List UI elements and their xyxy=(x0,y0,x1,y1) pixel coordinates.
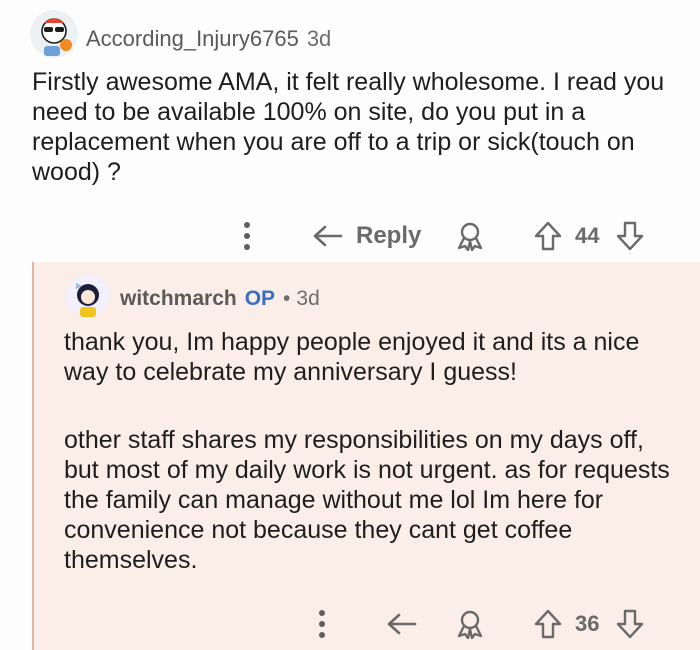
reply-button[interactable]: Reply xyxy=(312,216,422,256)
award-icon[interactable] xyxy=(452,604,488,644)
username[interactable]: According_Injury6765 xyxy=(86,26,299,52)
upvote-arrow-icon[interactable] xyxy=(530,216,566,256)
user-avatar[interactable] xyxy=(30,10,78,58)
vote-score: 44 xyxy=(575,223,600,248)
more-vertical-icon[interactable] xyxy=(309,604,335,644)
comment-body: Firstly awesome AMA, it felt really whol… xyxy=(32,68,665,186)
comment-body: thank you, Im happy people enjoyed it an… xyxy=(64,327,674,575)
reply-arrow-icon[interactable] xyxy=(382,604,422,644)
comment-paragraph: thank you, Im happy people enjoyed it an… xyxy=(64,328,640,386)
comment-meta: According_Injury6765 3d xyxy=(86,26,331,52)
comment-paragraph: other staff shares my responsibilities o… xyxy=(64,426,670,574)
op-badge: OP xyxy=(244,287,276,310)
downvote-arrow-icon[interactable] xyxy=(612,216,648,256)
comment-meta: witchmarch OP • 3d xyxy=(120,287,320,311)
username[interactable]: witchmarch xyxy=(120,287,237,311)
timestamp: 3d xyxy=(306,26,332,51)
meta-separator: • xyxy=(283,287,291,310)
downvote-arrow-icon[interactable] xyxy=(612,604,648,644)
comment-actions: 36 xyxy=(0,604,700,644)
more-vertical-icon[interactable] xyxy=(234,216,260,256)
comment-actions: Reply 44 xyxy=(0,216,700,256)
award-icon[interactable] xyxy=(452,216,488,256)
user-avatar[interactable] xyxy=(66,274,110,318)
vote-score: 36 xyxy=(575,611,600,636)
upvote-arrow-icon[interactable] xyxy=(530,604,566,644)
comment-witchmarch: witchmarch OP • 3d thank you, Im happy p… xyxy=(0,262,700,650)
timestamp: 3d xyxy=(296,287,320,310)
comment-according-injury: According_Injury6765 3d Firstly awesome … xyxy=(0,0,700,262)
thread-line[interactable] xyxy=(32,262,34,650)
reply-arrow-icon xyxy=(312,223,344,249)
reply-label: Reply xyxy=(356,222,422,249)
